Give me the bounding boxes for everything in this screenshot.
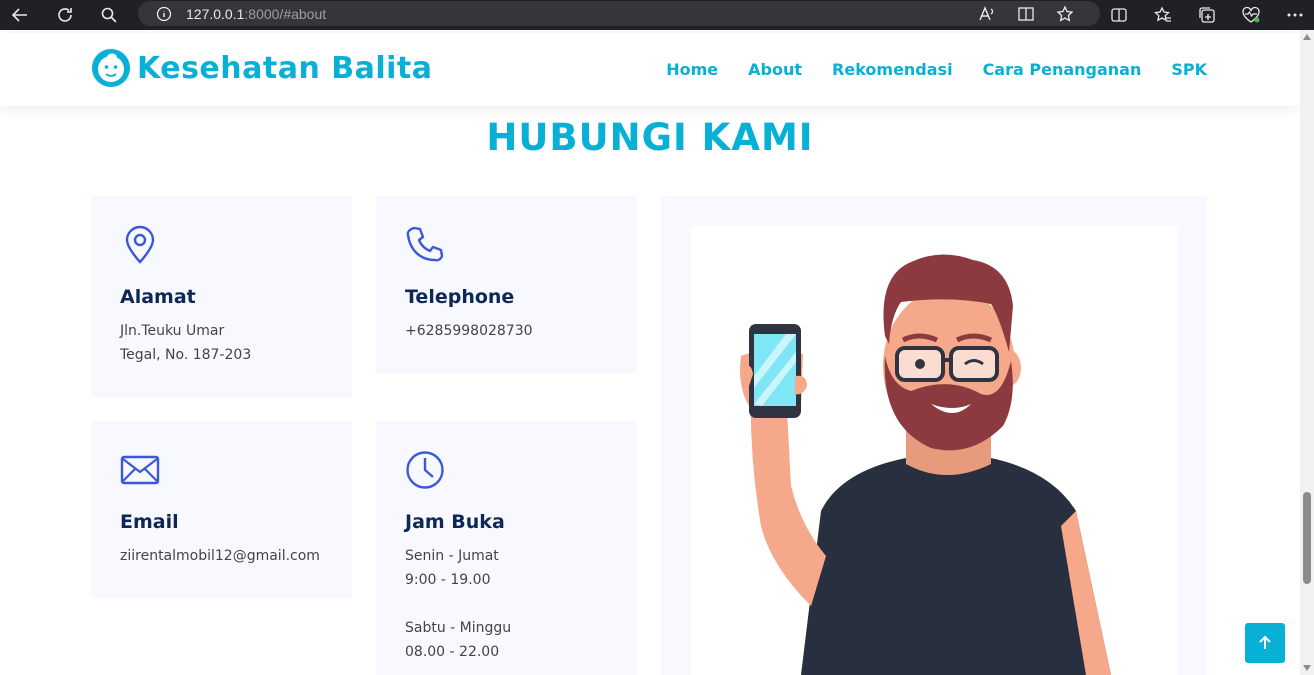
- hours-weekday-time: 9:00 - 19.00: [405, 572, 491, 588]
- hours-card: Jam Buka Senin - Jumat 9:00 - 19.00 Sabt…: [376, 421, 637, 675]
- more-menu-icon[interactable]: [1284, 4, 1306, 26]
- url-text[interactable]: 127.0.0.1:8000/#about: [186, 6, 326, 22]
- nav-spk[interactable]: SPK: [1171, 60, 1207, 79]
- address-line-2: Tegal, No. 187-203: [120, 347, 252, 363]
- immersive-reader-icon[interactable]: [1017, 5, 1035, 23]
- favorites-icon[interactable]: [1152, 4, 1174, 26]
- browser-essentials-icon[interactable]: [1240, 4, 1262, 26]
- arrow-up-icon: [1259, 635, 1271, 649]
- back-icon[interactable]: [9, 4, 31, 26]
- scrollbar-thumb[interactable]: [1303, 492, 1311, 584]
- split-screen-icon[interactable]: [1108, 4, 1130, 26]
- nav-cara-penanganan[interactable]: Cara Penanganan: [983, 60, 1142, 79]
- phone-title: Telephone: [405, 286, 515, 308]
- address-bar[interactable]: 127.0.0.1:8000/#about: [138, 1, 1100, 26]
- main-nav: Home About Rekomendasi Cara Penanganan S…: [666, 60, 1207, 79]
- illustration-container: [661, 196, 1207, 675]
- back-to-top-button[interactable]: [1245, 623, 1285, 663]
- nav-rekomendasi[interactable]: Rekomendasi: [832, 60, 953, 79]
- clock-icon: [405, 450, 445, 490]
- envelope-icon: [120, 450, 160, 490]
- site-info-icon[interactable]: [156, 6, 172, 22]
- phone-number: +6285998028730: [405, 323, 533, 339]
- site-title[interactable]: Kesehatan Balita: [137, 51, 433, 86]
- page-scrollbar[interactable]: [1300, 30, 1314, 675]
- read-aloud-icon[interactable]: [978, 5, 996, 23]
- scroll-up-arrow-icon[interactable]: [1303, 34, 1311, 40]
- refresh-icon[interactable]: [54, 4, 76, 26]
- hours-weekday-label: Senin - Jumat: [405, 548, 499, 564]
- search-icon[interactable]: [98, 4, 120, 26]
- browser-toolbar: 127.0.0.1:8000/#about: [0, 0, 1314, 30]
- address-title: Alamat: [120, 286, 196, 308]
- nav-home[interactable]: Home: [666, 60, 718, 79]
- email-address: ziirentalmobil12@gmail.com: [120, 548, 320, 564]
- collections-icon[interactable]: [1196, 4, 1218, 26]
- hours-weekend-time: 08.00 - 22.00: [405, 644, 500, 660]
- site-header: Kesehatan Balita Home About Rekomendasi …: [0, 33, 1300, 106]
- scroll-down-arrow-icon[interactable]: [1303, 665, 1311, 671]
- site-logo[interactable]: Kesehatan Balita: [91, 48, 433, 88]
- email-card: Email ziirentalmobil12@gmail.com: [91, 421, 352, 598]
- man-holding-phone-illustration: [691, 226, 1177, 675]
- address-line-1: Jln.Teuku Umar: [120, 323, 225, 339]
- hours-title: Jam Buka: [405, 511, 505, 533]
- section-title: HUBUNGI KAMI: [486, 116, 814, 159]
- page: Kesehatan Balita Home About Rekomendasi …: [0, 30, 1300, 675]
- phone-card: Telephone +6285998028730: [376, 196, 637, 373]
- favorite-star-icon[interactable]: [1056, 5, 1074, 23]
- nav-about[interactable]: About: [748, 60, 802, 79]
- email-title: Email: [120, 511, 179, 533]
- location-pin-icon: [120, 225, 160, 265]
- address-card: Alamat Jln.Teuku Umar Tegal, No. 187-203: [91, 196, 352, 397]
- hours-weekend-label: Sabtu - Minggu: [405, 620, 512, 636]
- phone-icon: [405, 225, 445, 265]
- baby-logo-icon: [91, 48, 131, 88]
